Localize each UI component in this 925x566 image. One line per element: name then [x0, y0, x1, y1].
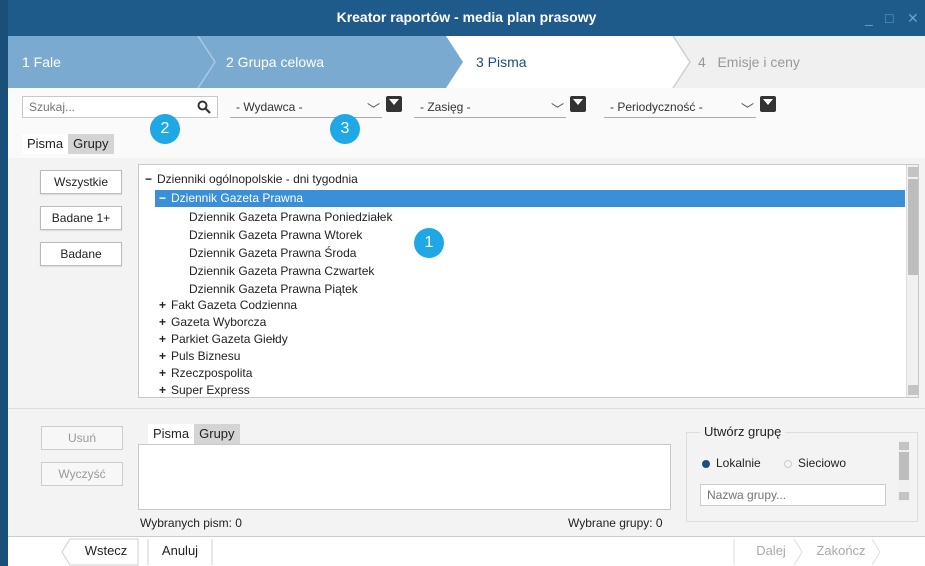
- publisher-dropdown[interactable]: - Wydawca - ﹀: [230, 96, 382, 118]
- create-group-title: Utwórz grupę: [700, 424, 786, 439]
- periodicity-value: - Periodyczność -: [610, 100, 703, 114]
- expand-icon[interactable]: +: [159, 331, 171, 348]
- tree-item[interactable]: + Super Express: [159, 382, 250, 397]
- expand-icon[interactable]: +: [159, 348, 171, 365]
- tree-item[interactable]: + Fakt Gazeta Codzienna: [159, 297, 297, 314]
- finish-button[interactable]: Zakończ: [810, 538, 872, 564]
- titles-tree: − Dzienniki ogólnopolskie - dni tygodnia …: [138, 164, 919, 398]
- chevron-down-icon: ﹀: [366, 102, 380, 117]
- reach-dropdown[interactable]: - Zasięg - ﹀: [414, 96, 566, 118]
- local-radio[interactable]: Lokalnie: [702, 456, 761, 470]
- callout-badge: 2: [150, 114, 180, 144]
- tree-item-label: Rzeczpospolita: [171, 366, 253, 380]
- step-insertions-prices: 4 Emisje i ceny: [698, 54, 800, 70]
- tree-item[interactable]: + Gazeta Wyborcza: [159, 314, 266, 331]
- network-radio[interactable]: Sieciowo: [784, 456, 846, 470]
- back-button[interactable]: Wstecz: [78, 538, 134, 564]
- remove-button[interactable]: Usuń: [41, 426, 123, 450]
- top-tab-bar: Pisma Grupy: [22, 134, 114, 154]
- maximize-icon[interactable]: □: [885, 10, 893, 26]
- tree-item[interactable]: Dziennik Gazeta Prawna Czwartek: [189, 263, 374, 280]
- tree-item[interactable]: Dziennik Gazeta Prawna Piątek: [189, 281, 358, 298]
- publisher-value: - Wydawca -: [236, 100, 303, 114]
- tree-item-label: Dziennik Gazeta Prawna: [171, 191, 304, 205]
- network-label: Sieciowo: [798, 456, 847, 470]
- tree-item[interactable]: + Rzeczpospolita: [159, 365, 252, 382]
- callout-badge: 1: [414, 228, 444, 258]
- search-box: [22, 96, 218, 118]
- window-title: Kreator raportów - media plan prasowy: [336, 9, 597, 25]
- group-name-input[interactable]: [701, 485, 881, 505]
- researched-button[interactable]: Badane: [40, 242, 122, 266]
- step-target-group[interactable]: 2 Grupa celowa: [226, 36, 324, 88]
- scroll-up-icon[interactable]: [908, 167, 918, 177]
- tree-group[interactable]: − Dzienniki ogólnopolskie - dni tygodnia: [145, 171, 358, 188]
- cancel-button[interactable]: Anuluj: [152, 538, 208, 564]
- create-group-panel: [686, 432, 918, 522]
- wizard-steps: 1 Fale 2 Grupa celowa 3 Pisma 4 Emisje i…: [8, 36, 925, 88]
- expand-icon[interactable]: +: [159, 365, 171, 382]
- all-button[interactable]: Wszystkie: [40, 170, 122, 194]
- filter-icon[interactable]: [760, 96, 776, 112]
- footer-divider: [793, 538, 803, 566]
- local-label: Lokalnie: [716, 456, 761, 470]
- tree-item[interactable]: Dziennik Gazeta Prawna Poniedziałek: [189, 209, 392, 226]
- filter-icon[interactable]: [386, 96, 402, 112]
- footer-divider: [871, 538, 881, 566]
- radio-unchecked-icon: [784, 459, 792, 468]
- search-icon[interactable]: [197, 100, 211, 114]
- tab-groups[interactable]: Grupy: [194, 424, 240, 444]
- tab-titles[interactable]: Pisma: [22, 134, 69, 154]
- tree-scrollbar[interactable]: [906, 165, 918, 397]
- tree-item-selected[interactable]: − Dziennik Gazeta Prawna: [155, 190, 905, 207]
- report-wizard-window: Kreator raportów - media plan prasowy _ …: [8, 0, 925, 566]
- tree-item[interactable]: Dziennik Gazeta Prawna Środa: [189, 245, 356, 262]
- reach-value: - Zasięg -: [420, 100, 471, 114]
- tree-item[interactable]: + Parkiet Gazeta Giełdy: [159, 331, 288, 348]
- tree-item-label: Puls Biznesu: [171, 349, 241, 363]
- tree-item-label: Super Express: [171, 383, 250, 397]
- expand-icon[interactable]: +: [159, 314, 171, 331]
- scroll-thumb[interactable]: [899, 452, 909, 480]
- callout-badge: 3: [330, 114, 360, 144]
- radio-checked-icon: [702, 459, 710, 468]
- collapse-icon[interactable]: −: [145, 171, 157, 188]
- close-icon[interactable]: ✕: [907, 10, 919, 27]
- chevron-down-icon: ﹀: [550, 102, 564, 117]
- scroll-down-icon[interactable]: [899, 492, 909, 500]
- step-titles[interactable]: 3 Pisma: [476, 36, 527, 88]
- researched-plus-button[interactable]: Badane 1+: [40, 206, 122, 230]
- selected-titles-count: Wybranych pism: 0: [140, 516, 242, 530]
- group-scrollbar[interactable]: [898, 440, 910, 502]
- scroll-down-icon[interactable]: [908, 385, 918, 395]
- minimize-icon[interactable]: _: [865, 10, 873, 26]
- group-name-field: [700, 484, 886, 506]
- expand-icon[interactable]: +: [159, 382, 171, 397]
- tree-item-label: Parkiet Gazeta Giełdy: [171, 332, 288, 346]
- tree-item-label: Gazeta Wyborcza: [171, 315, 267, 329]
- chevron-down-icon: ﹀: [740, 102, 754, 117]
- tab-groups[interactable]: Grupy: [68, 134, 114, 154]
- bottom-tab-bar: Pisma Grupy: [148, 424, 240, 444]
- tree-item[interactable]: + Puls Biznesu: [159, 348, 240, 365]
- tab-titles[interactable]: Pisma: [148, 424, 195, 444]
- step-separator: [197, 36, 216, 88]
- clear-button[interactable]: Wyczyść: [41, 462, 123, 486]
- scroll-thumb[interactable]: [908, 179, 918, 275]
- step-waves[interactable]: 1 Fale: [22, 36, 61, 88]
- tree-item-label: Dzienniki ogólnopolskie - dni tygodnia: [157, 172, 358, 186]
- periodicity-dropdown[interactable]: - Periodyczność - ﹀: [604, 96, 756, 118]
- next-button[interactable]: Dalej: [748, 538, 794, 564]
- selected-groups-count: Wybrane grupy: 0: [568, 516, 663, 530]
- title-bar: Kreator raportów - media plan prasowy _ …: [8, 0, 925, 36]
- tree-item-label: Fakt Gazeta Codzienna: [171, 298, 298, 312]
- filter-icon[interactable]: [570, 96, 586, 112]
- collapse-icon[interactable]: −: [159, 190, 171, 207]
- expand-icon[interactable]: +: [159, 297, 171, 314]
- scroll-up-icon[interactable]: [899, 442, 909, 450]
- tree-item[interactable]: Dziennik Gazeta Prawna Wtorek: [189, 227, 362, 244]
- selected-list: [138, 444, 671, 510]
